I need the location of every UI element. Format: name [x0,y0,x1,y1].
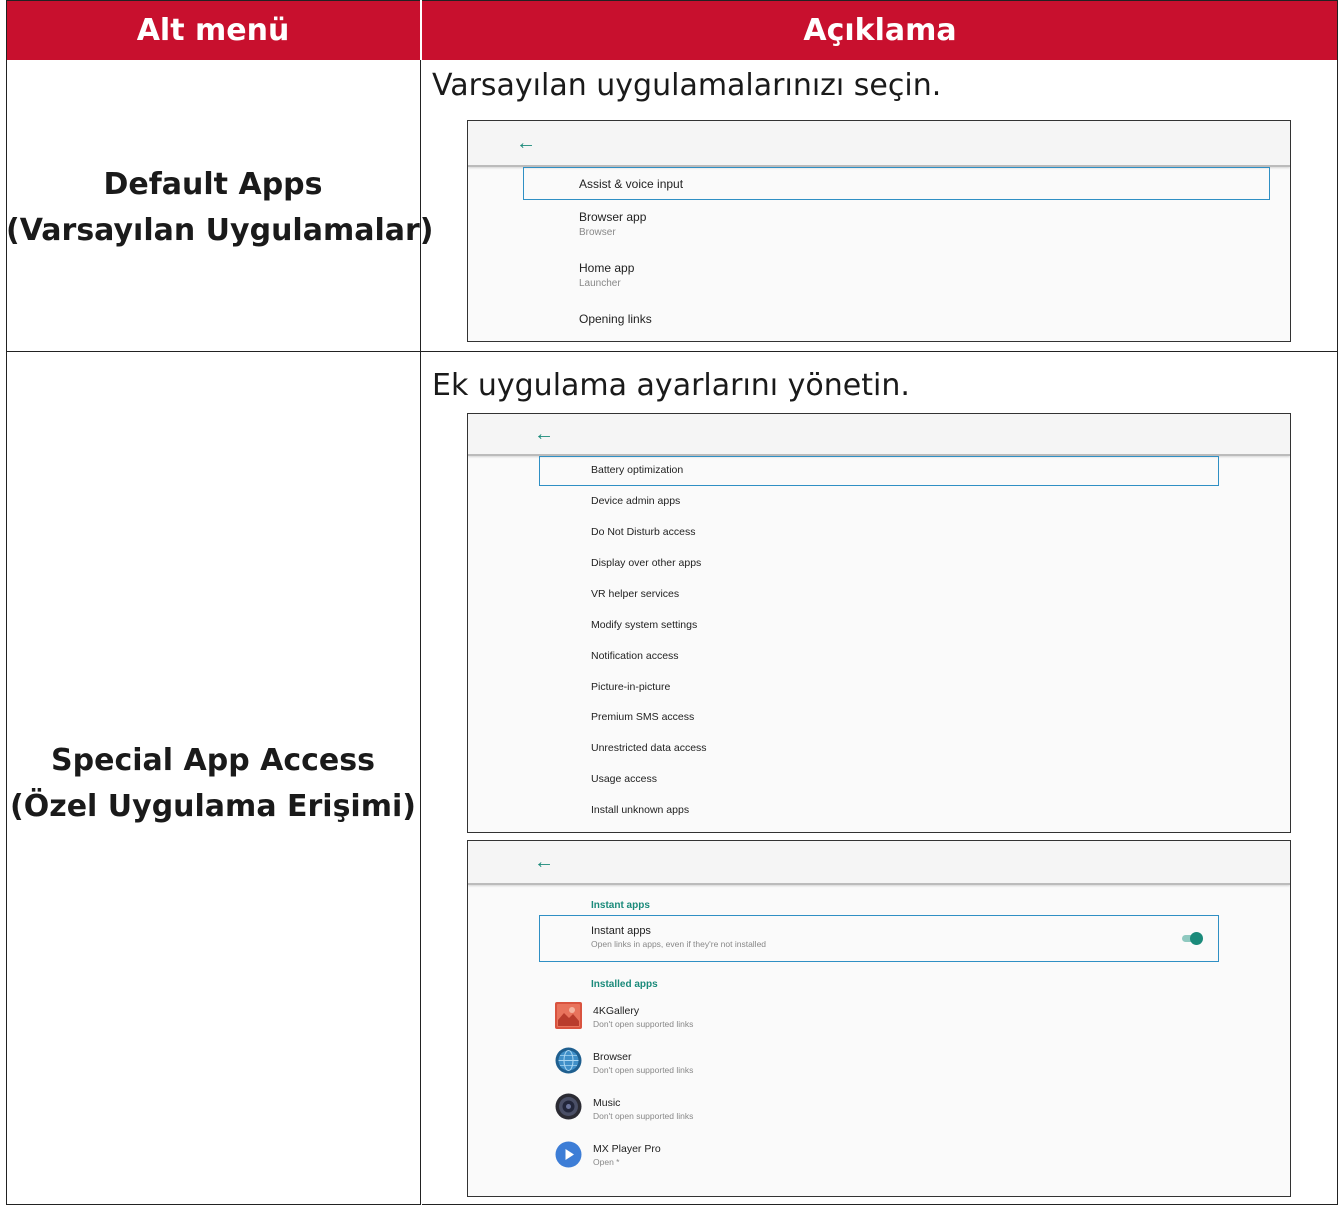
header-submenu: Alt menü [6,0,420,60]
row-special-access-label: Special App Access (Özel Uygulama Erişim… [6,738,420,830]
special-access-item[interactable]: Display over other apps [591,557,701,569]
special-access-item[interactable]: VR helper services [591,588,679,600]
section-header-instant-apps: Instant apps [591,900,650,911]
instant-apps-item[interactable]: Instant apps Open links in apps, even if… [591,925,766,949]
app-status: Don't open supported links [593,1065,694,1075]
default-apps-subtitle: (Varsayılan Uygulamalar) [6,213,434,248]
settings-item-browser-app[interactable]: Browser app Browser [579,210,646,238]
back-arrow-icon[interactable]: ← [516,133,536,153]
opening-links-screenshot: ← Instant apps Instant apps Open links i… [467,840,1291,1197]
gallery-icon [555,1002,582,1029]
settings-item-home-app[interactable]: Home app Launcher [579,261,634,289]
settings-item-opening-links[interactable]: Opening links [579,312,652,326]
table-row-divider [6,351,1338,352]
item-subtitle: Browser [579,227,616,238]
instant-apps-toggle[interactable] [1180,932,1204,945]
item-title: Opening links [579,312,652,326]
row-default-apps-label: Default Apps (Varsayılan Uygulamalar) [6,162,434,254]
item-subtitle: Launcher [579,278,621,289]
app-bar [468,841,1290,885]
back-arrow-icon[interactable]: ← [534,424,554,444]
installed-app-item[interactable]: Browser Don't open supported links [593,1051,693,1075]
music-speaker-icon [555,1093,582,1120]
default-apps-title: Default Apps [103,167,323,202]
special-access-item[interactable]: Battery optimization [591,464,683,476]
installed-app-item[interactable]: MX Player Pro Open * [593,1143,661,1167]
app-name: Music [593,1097,621,1109]
special-access-item[interactable]: Notification access [591,650,679,662]
table-border-right [1337,0,1338,1205]
toggle-knob [1190,932,1203,945]
app-name: 4KGallery [593,1005,640,1017]
special-access-screenshot: ← Battery optimization Device admin apps… [467,413,1291,833]
item-subtitle: Open links in apps, even if they're not … [591,939,767,949]
app-bar [468,414,1290,456]
browser-globe-icon [555,1047,582,1074]
special-access-description: Ek uygulama ayarlarını yönetin. [432,368,910,403]
item-title: Browser app [579,210,647,224]
special-access-item[interactable]: Premium SMS access [591,711,694,723]
default-apps-screenshot: ← Assist & voice input Browser app Brows… [467,120,1291,342]
item-title: Assist & voice input [579,177,684,191]
default-apps-description: Varsayılan uygulamalarınızı seçin. [432,68,942,103]
special-access-item[interactable]: Device admin apps [591,495,680,507]
special-access-subtitle: (Özel Uygulama Erişimi) [10,789,416,824]
special-access-item[interactable]: Usage access [591,773,657,785]
app-status: Don't open supported links [593,1111,694,1121]
app-bar [468,121,1290,167]
table-border-top [6,0,1338,1]
special-access-item[interactable]: Picture-in-picture [591,681,670,693]
special-access-title: Special App Access [51,743,375,778]
installed-app-item[interactable]: 4KGallery Don't open supported links [593,1005,693,1029]
section-header-installed-apps: Installed apps [591,979,658,990]
app-status: Don't open supported links [593,1019,694,1029]
app-name: Browser [593,1051,632,1063]
special-access-item[interactable]: Modify system settings [591,619,697,631]
item-title: Home app [579,261,635,275]
table-border-bottom [6,1204,1338,1205]
special-access-item[interactable]: Unrestricted data access [591,742,707,754]
back-arrow-icon[interactable]: ← [534,852,554,872]
header-description: Açıklama [422,0,1338,60]
play-icon [555,1141,582,1168]
special-access-item[interactable]: Install unknown apps [591,804,689,816]
installed-app-item[interactable]: Music Don't open supported links [593,1097,693,1121]
app-status: Open * [593,1157,620,1167]
special-access-item[interactable]: Do Not Disturb access [591,526,695,538]
app-name: MX Player Pro [593,1143,661,1155]
item-title: Instant apps [591,925,651,937]
settings-item-assist[interactable]: Assist & voice input [579,177,683,191]
